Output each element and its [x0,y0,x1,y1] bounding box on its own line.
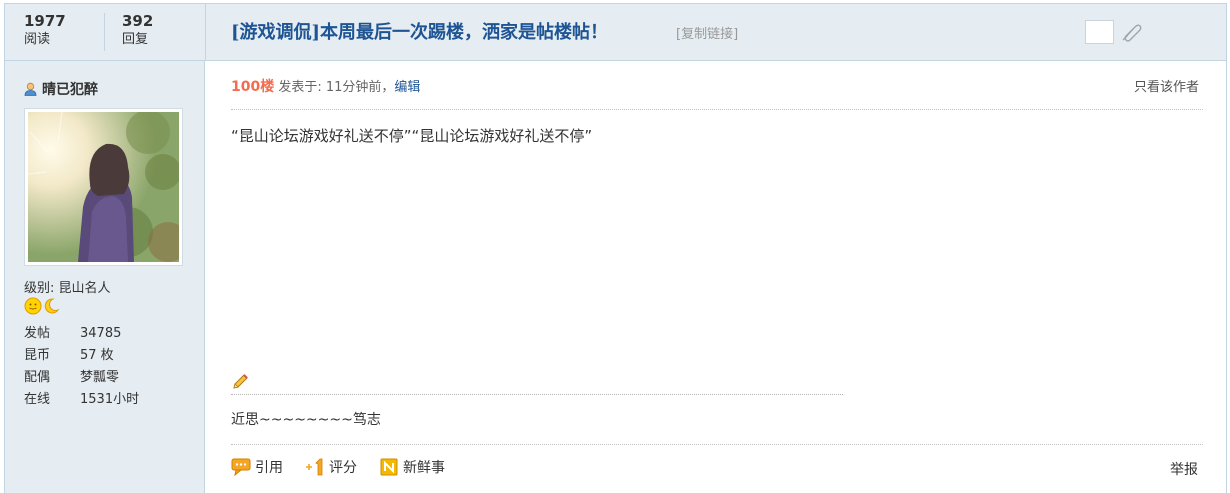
post-frame: 1977 阅读 392 回复 [游戏调侃]本周最后一次踢楼，洒家是帖楼帖！ [复… [4,3,1227,493]
stats-divider [104,13,105,51]
views-count: 1977 [24,12,66,30]
only-author-link[interactable]: 只看该作者 [1134,76,1199,95]
signature: 近思~~~~~~~~笃志 [231,412,381,428]
post-content-area: 100楼 发表于: 11分钟前，编辑 只看该作者 “昆山论坛游戏好礼送不停”“昆… [206,61,1226,493]
info-row-posts: 发帖 34785 [24,323,139,345]
fresh-news-label[interactable]: 新鲜事 [403,457,445,477]
speech-bubble-icon [231,458,251,476]
edit-link[interactable]: 编辑 [394,80,420,95]
floor-number[interactable]: 100楼 [231,79,274,95]
quote-button[interactable]: 引用 [231,457,283,477]
footer-divider [231,444,1203,445]
replies-stat: 392 回复 [122,12,153,50]
paperclip-icon[interactable] [1120,22,1142,42]
info-value: 34785 [80,326,122,341]
copy-link-button[interactable]: [复制链接] [676,23,738,42]
favorite-checkbox[interactable] [1085,20,1114,44]
quote-label[interactable]: 引用 [255,457,283,477]
title-area: [游戏调侃]本周最后一次踢楼，洒家是帖楼帖！ [复制链接] [205,4,1226,60]
user-icon [24,82,37,96]
replies-count: 392 [122,12,154,30]
info-row-online: 在线 1531小时 [24,389,139,411]
info-key: 配偶 [24,370,51,385]
info-key: 昆币 [24,348,51,363]
avatar-image [27,110,188,262]
info-row-spouse: 配偶 梦瓢零 [24,367,139,389]
news-icon [380,458,398,476]
report-button[interactable]: 举报 [1170,459,1198,479]
info-key: 发帖 [24,326,51,341]
fresh-news-button[interactable]: 新鲜事 [379,457,445,477]
pencil-icon [233,374,248,389]
post-body: “昆山论坛游戏好礼送不停”“昆山论坛游戏好礼送不停” [231,127,593,145]
post-actions: 引用 评分 新鲜事 [231,457,467,477]
author-level: 级别: 昆山名人 [24,281,111,296]
thread-stats: 1977 阅读 392 回复 [5,4,205,60]
signature-divider [231,394,843,395]
author-info: 发帖 34785 昆币 57 枚 配偶 梦瓢零 在线 1531小时 [24,323,139,411]
author-sidebar: 晴已犯醉 级别: 昆山名人 发帖 34785 昆币 57 枚 配偶 梦瓢零 在线… [5,61,205,493]
views-label: 阅读 [24,32,51,47]
info-value: 57 枚 [80,348,114,363]
rate-label[interactable]: 评分 [329,457,357,477]
rate-button[interactable]: 评分 [305,457,357,477]
author-name-row[interactable]: 晴已犯醉 [24,79,98,99]
post-header: 100楼 发表于: 11分钟前，编辑 [231,76,420,96]
info-value: 梦瓢零 [80,370,120,385]
header-divider [231,109,1203,110]
info-key: 在线 [24,392,51,407]
info-row-coins: 昆币 57 枚 [24,345,139,367]
moon-icon [44,298,60,314]
thread-header: 1977 阅读 392 回复 [游戏调侃]本周最后一次踢楼，洒家是帖楼帖！ [复… [5,4,1226,61]
plus-one-icon [306,458,323,476]
level-icons [24,297,60,315]
thread-title[interactable]: [游戏调侃]本周最后一次踢楼，洒家是帖楼帖！ [231,18,608,44]
sun-icon [24,297,42,315]
info-value: 1531小时 [80,392,140,407]
views-stat: 1977 阅读 [24,12,66,50]
avatar[interactable] [24,108,188,266]
replies-label: 回复 [122,32,149,47]
author-name[interactable]: 晴已犯醉 [42,79,98,99]
post-time: 发表于: 11分钟前， [274,80,395,95]
